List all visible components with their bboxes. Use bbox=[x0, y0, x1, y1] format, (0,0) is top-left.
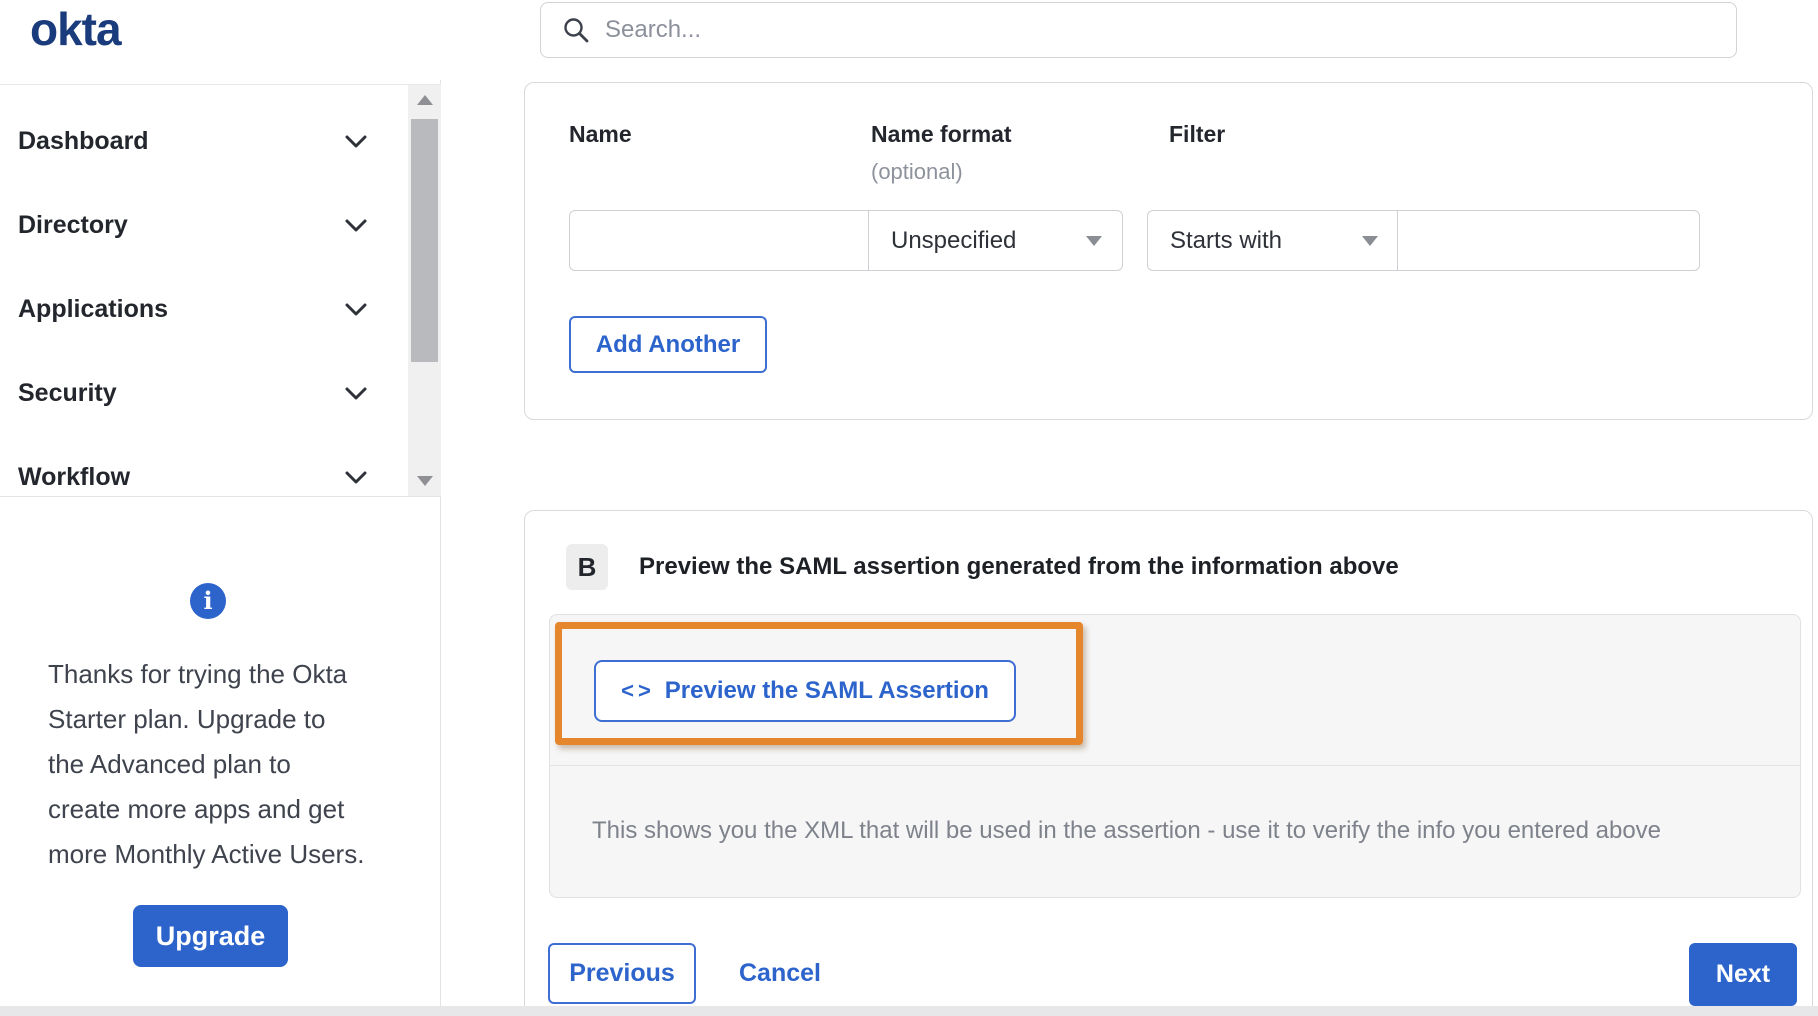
chevron-down-icon bbox=[345, 303, 367, 316]
dropdown-arrow-icon bbox=[1362, 235, 1378, 246]
trial-promo-text: Thanks for trying the Okta Starter plan.… bbox=[48, 652, 388, 877]
panel-divider bbox=[550, 765, 1800, 766]
filter-value-input[interactable] bbox=[1398, 211, 1699, 270]
sidebar-scrollbar[interactable] bbox=[408, 85, 441, 496]
filter-value-field[interactable] bbox=[1397, 210, 1700, 271]
dropdown-arrow-icon bbox=[1086, 235, 1102, 246]
sidebar-item-label: Workflow bbox=[18, 462, 131, 491]
preview-assertion-card: B Preview the SAML assertion generated f… bbox=[524, 510, 1813, 1016]
chevron-down-icon bbox=[345, 471, 367, 484]
sidebar-item-applications[interactable]: Applications bbox=[0, 267, 441, 351]
search-input[interactable] bbox=[605, 16, 1605, 44]
okta-admin-page: okta Dashboard Directory Applications bbox=[0, 0, 1818, 1016]
filter-column-label: Filter bbox=[1169, 121, 1226, 147]
cancel-button[interactable]: Cancel bbox=[725, 943, 835, 1004]
chevron-down-icon bbox=[345, 387, 367, 400]
name-format-select[interactable]: Unspecified bbox=[868, 210, 1123, 271]
sidebar-item-label: Directory bbox=[18, 210, 128, 239]
promo-line: Starter plan. Upgrade to bbox=[48, 704, 326, 734]
preview-description: This shows you the XML that will be used… bbox=[592, 817, 1662, 844]
chevron-down-icon bbox=[345, 135, 367, 148]
section-b-heading: Preview the SAML assertion generated fro… bbox=[639, 553, 1399, 580]
scrollbar-thumb[interactable] bbox=[411, 119, 438, 362]
attribute-name-input[interactable] bbox=[570, 211, 869, 270]
promo-line: the Advanced plan to bbox=[48, 749, 291, 779]
chevron-down-icon bbox=[345, 219, 367, 232]
scrollbar-up-icon[interactable] bbox=[417, 95, 433, 105]
bottom-edge-strip bbox=[0, 1006, 1818, 1016]
next-button[interactable]: Next bbox=[1689, 943, 1797, 1006]
sidebar-menu: Dashboard Directory Applications Securit… bbox=[0, 84, 441, 497]
sidebar-item-label: Security bbox=[18, 378, 117, 407]
info-icon bbox=[190, 583, 226, 619]
sidebar-item-workflow[interactable]: Workflow bbox=[0, 435, 441, 496]
name-format-optional-label: (optional) bbox=[871, 159, 963, 184]
attribute-name-field[interactable] bbox=[569, 210, 870, 271]
sidebar-item-label: Applications bbox=[18, 294, 169, 323]
previous-button[interactable]: Previous bbox=[548, 943, 696, 1004]
promo-line: Thanks for trying the Okta bbox=[48, 659, 348, 689]
name-format-column-label: Name format bbox=[871, 121, 1012, 147]
highlight-annotation-box bbox=[555, 622, 1083, 745]
scrollbar-down-icon[interactable] bbox=[417, 476, 433, 486]
sidebar-item-label: Dashboard bbox=[18, 126, 149, 155]
add-another-button[interactable]: Add Another bbox=[569, 316, 767, 373]
sidebar-item-dashboard[interactable]: Dashboard bbox=[0, 99, 441, 183]
filter-type-value: Starts with bbox=[1170, 226, 1283, 254]
filter-type-select[interactable]: Starts with bbox=[1147, 210, 1399, 271]
okta-logo[interactable]: okta bbox=[30, 2, 122, 56]
global-search[interactable] bbox=[540, 2, 1737, 58]
name-format-value: Unspecified bbox=[891, 226, 1017, 254]
sidebar-item-security[interactable]: Security bbox=[0, 351, 441, 435]
upgrade-button[interactable]: Upgrade bbox=[133, 905, 288, 967]
name-column-label: Name bbox=[569, 121, 632, 147]
section-b-badge: B bbox=[566, 544, 608, 590]
promo-line: create more apps and get bbox=[48, 794, 345, 824]
sidebar-item-directory[interactable]: Directory bbox=[0, 183, 441, 267]
attribute-statements-card: Name Name format (optional) Filter Unspe… bbox=[524, 82, 1813, 420]
search-icon bbox=[564, 18, 589, 43]
promo-line: more Monthly Active Users. bbox=[48, 839, 365, 869]
